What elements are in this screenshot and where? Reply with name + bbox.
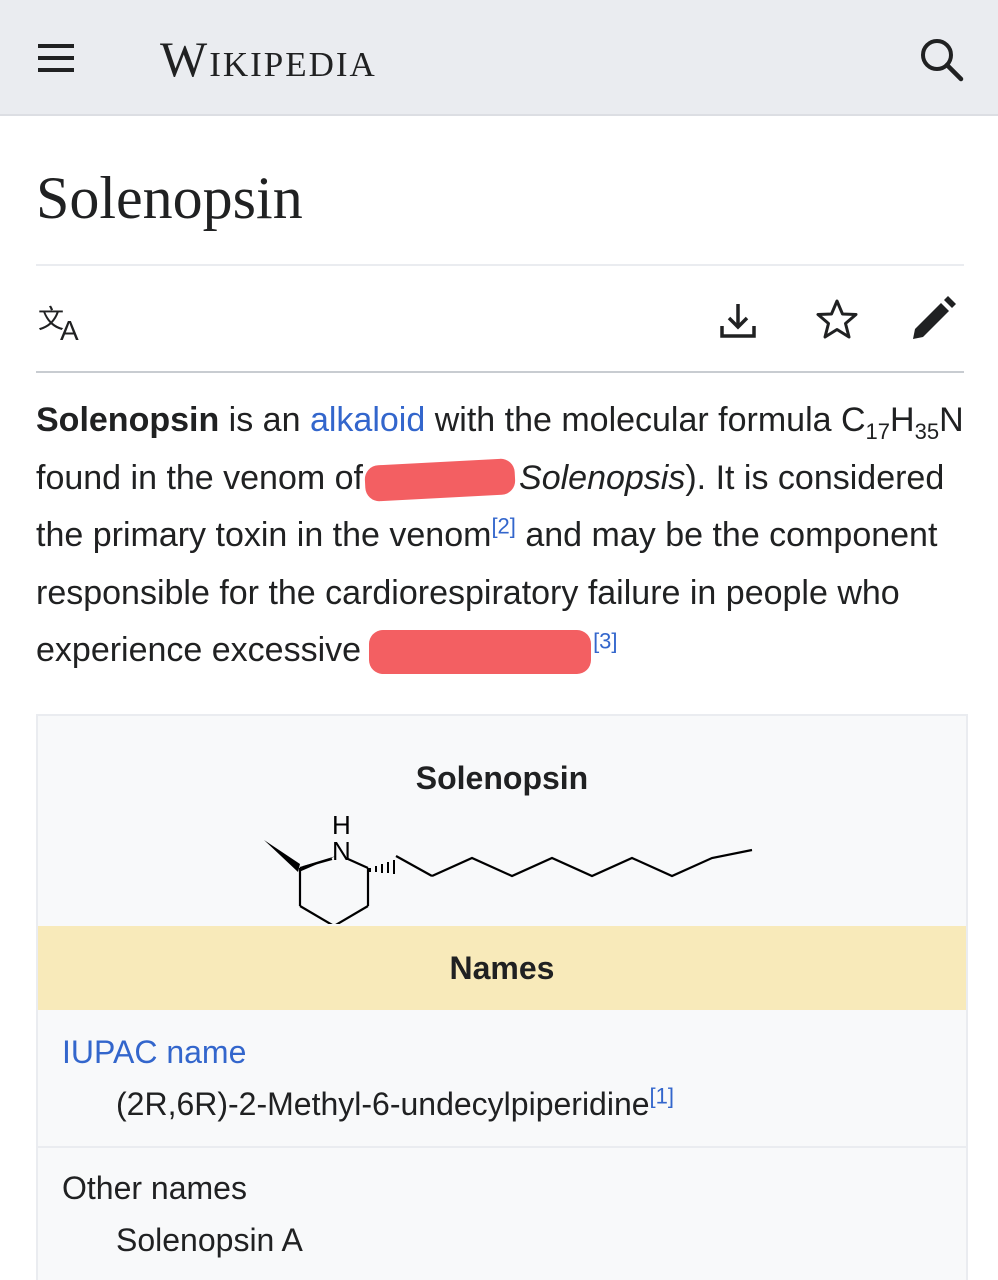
intro-text-3: H: [890, 401, 915, 439]
toolbar-divider: [36, 371, 964, 373]
alkaloid-link[interactable]: alkaloid: [310, 401, 425, 439]
star-icon[interactable]: [815, 298, 859, 342]
molecule-label-n: N: [332, 836, 351, 866]
names-section-header: Names: [38, 926, 966, 1010]
infobox-divider: [38, 1146, 966, 1148]
molecule-structure-image[interactable]: H N: [256, 794, 756, 924]
wikipedia-logo[interactable]: Wikipedia: [160, 30, 377, 88]
infobox: Solenopsin H N Names IUPAC name (2R,6R)-…: [36, 714, 968, 1280]
iupac-name-text: (2R,6R)-2-Methyl-6-undecylpiperidine: [116, 1086, 650, 1122]
reference-link-2[interactable]: [2]: [491, 514, 515, 539]
menu-icon[interactable]: [36, 42, 76, 74]
top-bar: Wikipedia: [0, 0, 998, 116]
iupac-name-value: (2R,6R)-2-Methyl-6-undecylpiperidine[1]: [116, 1083, 674, 1123]
bold-term: Solenopsin: [36, 401, 220, 439]
infobox-title: Solenopsin: [415, 760, 589, 796]
download-icon[interactable]: [718, 300, 758, 340]
svg-text:A: A: [60, 315, 79, 344]
title-divider: [36, 264, 964, 266]
search-icon[interactable]: [915, 34, 969, 88]
other-names-label: Other names: [62, 1170, 247, 1206]
names-heading: Names: [449, 950, 555, 986]
intro-paragraph: Solenopsin is an alkaloid with the molec…: [36, 392, 976, 680]
redaction-mark: [364, 457, 516, 502]
reference-link-3[interactable]: [3]: [593, 629, 617, 654]
intro-text-1: is an: [219, 401, 310, 439]
iupac-name-link[interactable]: IUPAC name: [62, 1034, 246, 1071]
intro-text-2: with the molecular formula C: [425, 401, 866, 439]
subscript-35: 35: [914, 418, 940, 444]
edit-icon[interactable]: [910, 296, 956, 342]
redaction-mark: [369, 630, 592, 675]
other-names-value: Solenopsin A: [116, 1222, 303, 1258]
reference-link-1[interactable]: [1]: [650, 1083, 674, 1108]
page-title: Solenopsin: [36, 165, 303, 231]
subscript-17: 17: [865, 418, 891, 444]
language-icon[interactable]: 文 A: [36, 300, 92, 344]
genus-name: Solenopsis: [519, 458, 686, 497]
